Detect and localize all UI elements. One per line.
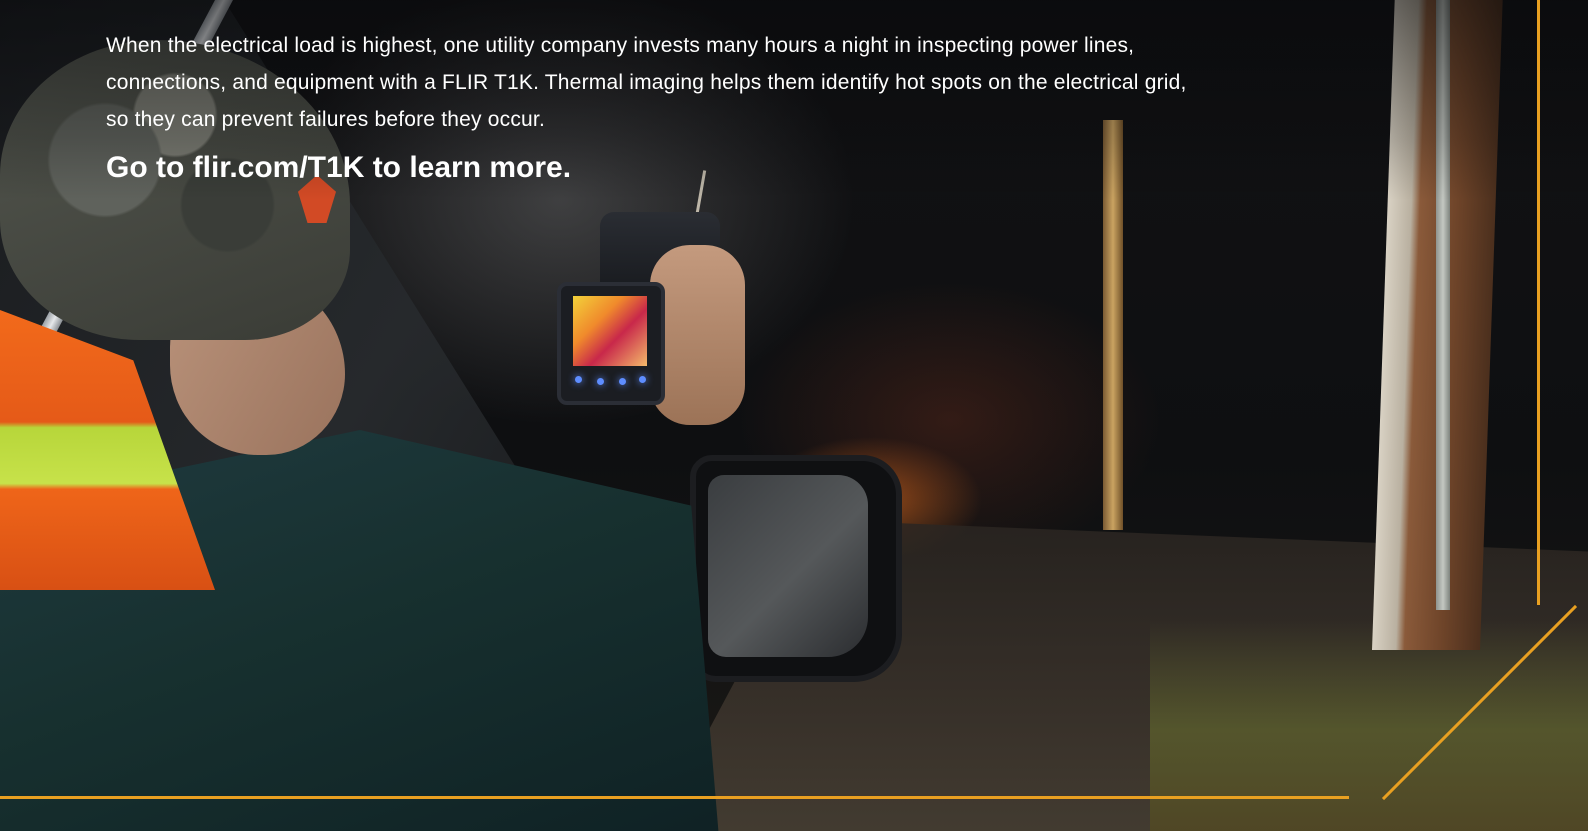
thermal-camera — [557, 282, 665, 405]
ad-copy: When the electrical load is highest, one… — [106, 27, 1396, 187]
body-line: so they can prevent failures before they… — [106, 108, 545, 131]
thermal-camera-screen — [573, 296, 647, 366]
roadside-grass — [1150, 620, 1588, 831]
body-line: When the electrical load is highest, one… — [106, 34, 1135, 57]
camera-button-light — [639, 376, 646, 383]
camera-button-light — [575, 376, 582, 383]
advertisement-photo: When the electrical load is highest, one… — [0, 0, 1588, 831]
camera-button-light — [619, 378, 626, 385]
side-mirror — [690, 455, 902, 682]
mirror-glass — [708, 475, 868, 657]
camera-button-light — [597, 378, 604, 385]
frame-line-right — [1537, 0, 1540, 605]
call-to-action[interactable]: Go to flir.com/T1K to learn more. — [106, 149, 1396, 187]
body-line: connections, and equipment with a FLIR T… — [106, 71, 1187, 94]
frame-line-bottom — [0, 796, 1349, 799]
